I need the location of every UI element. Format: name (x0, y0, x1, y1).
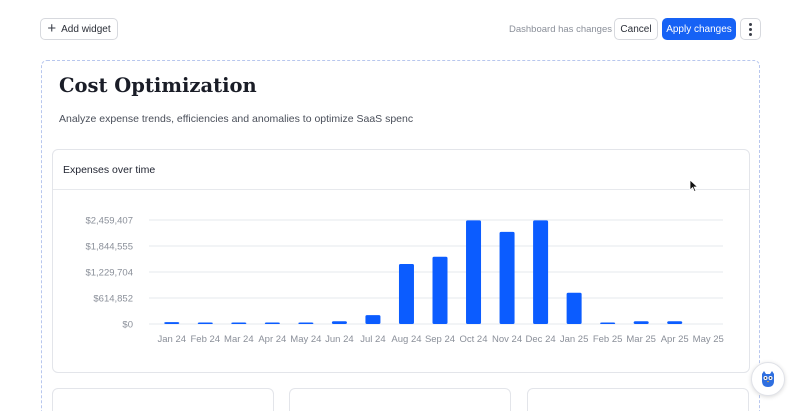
bar-jul-24[interactable] (365, 315, 381, 324)
dashboard-toolbar: + Add widget Dashboard has changes Cance… (0, 0, 800, 58)
bar-oct-24[interactable] (466, 220, 482, 324)
bar-dec-24[interactable] (533, 220, 549, 324)
x-tick-label: Apr 25 (661, 334, 689, 345)
expenses-bar-chart: $0 $614,852 $1,229,704 $1,844,555 $2,459,407… (85, 216, 724, 346)
unsaved-changes-status: Dashboard has changes (509, 24, 612, 35)
y-tick-label: $0 (122, 320, 133, 331)
widget-header: Expenses over time (53, 150, 749, 190)
x-tick-label: Apr 24 (258, 334, 286, 345)
kpi-card-1[interactable] (52, 388, 274, 411)
bar-sep-24[interactable] (432, 256, 448, 324)
x-tick-label: Mar 25 (626, 334, 656, 345)
add-widget-label: Add widget (61, 23, 111, 35)
x-tick-label: Nov 24 (492, 334, 522, 345)
x-tick-label: Feb 24 (191, 334, 221, 345)
bar-aug-24[interactable] (398, 263, 414, 324)
more-options-button[interactable] (740, 18, 761, 40)
bar-feb-25[interactable] (600, 322, 616, 325)
widget-title: Expenses over time (63, 164, 156, 176)
apply-changes-button[interactable]: Apply changes (662, 18, 736, 40)
bar-apr-25[interactable] (667, 321, 683, 324)
x-tick-label: Jan 24 (157, 334, 186, 345)
x-tick-label: Aug 24 (391, 334, 421, 345)
add-widget-button[interactable]: + Add widget (40, 18, 118, 40)
bar-mar-25[interactable] (633, 321, 649, 324)
x-tick-label: May 24 (290, 334, 321, 345)
x-tick-label: Mar 24 (224, 334, 254, 345)
x-tick-label: Oct 24 (460, 334, 488, 345)
page-subtitle: Analyze expense trends, efficiencies and… (59, 113, 414, 125)
x-tick-label: Dec 24 (526, 334, 556, 345)
kebab-menu-icon (749, 22, 752, 36)
bar-jan-25[interactable] (566, 292, 582, 324)
page-title: Cost Optimization (59, 74, 257, 97)
y-tick-label: $1,229,704 (85, 267, 133, 278)
bar-feb-24[interactable] (197, 322, 213, 325)
kpi-card-2[interactable] (289, 388, 511, 411)
x-tick-label: Jan 25 (560, 334, 589, 345)
plus-icon: + (47, 19, 57, 37)
x-tick-label: May 25 (693, 334, 724, 345)
bar-may-24[interactable] (298, 322, 314, 325)
x-tick-label: Jul 24 (360, 334, 385, 345)
y-tick-label: $614,852 (93, 294, 133, 305)
bar-nov-24[interactable] (499, 231, 515, 324)
mouse-cursor-icon (689, 179, 699, 193)
y-tick-label: $2,459,407 (85, 216, 133, 227)
x-tick-label: Sep 24 (425, 334, 455, 345)
expenses-widget[interactable]: Expenses over time $0 $614,852 $1,229,704 $… (52, 149, 750, 373)
x-tick-label: Jun 24 (325, 334, 354, 345)
assistant-button[interactable] (751, 362, 785, 396)
x-tick-label: Feb 25 (593, 334, 623, 345)
bar-apr-24[interactable] (264, 322, 280, 325)
bar-jun-24[interactable] (331, 321, 347, 324)
bar-mar-24[interactable] (231, 322, 247, 325)
kpi-card-3[interactable] (527, 388, 749, 411)
y-tick-label: $1,844,555 (85, 242, 133, 253)
cancel-button[interactable]: Cancel (614, 18, 658, 40)
bar-jan-24[interactable] (164, 322, 180, 324)
owl-mascot-icon (762, 371, 774, 387)
